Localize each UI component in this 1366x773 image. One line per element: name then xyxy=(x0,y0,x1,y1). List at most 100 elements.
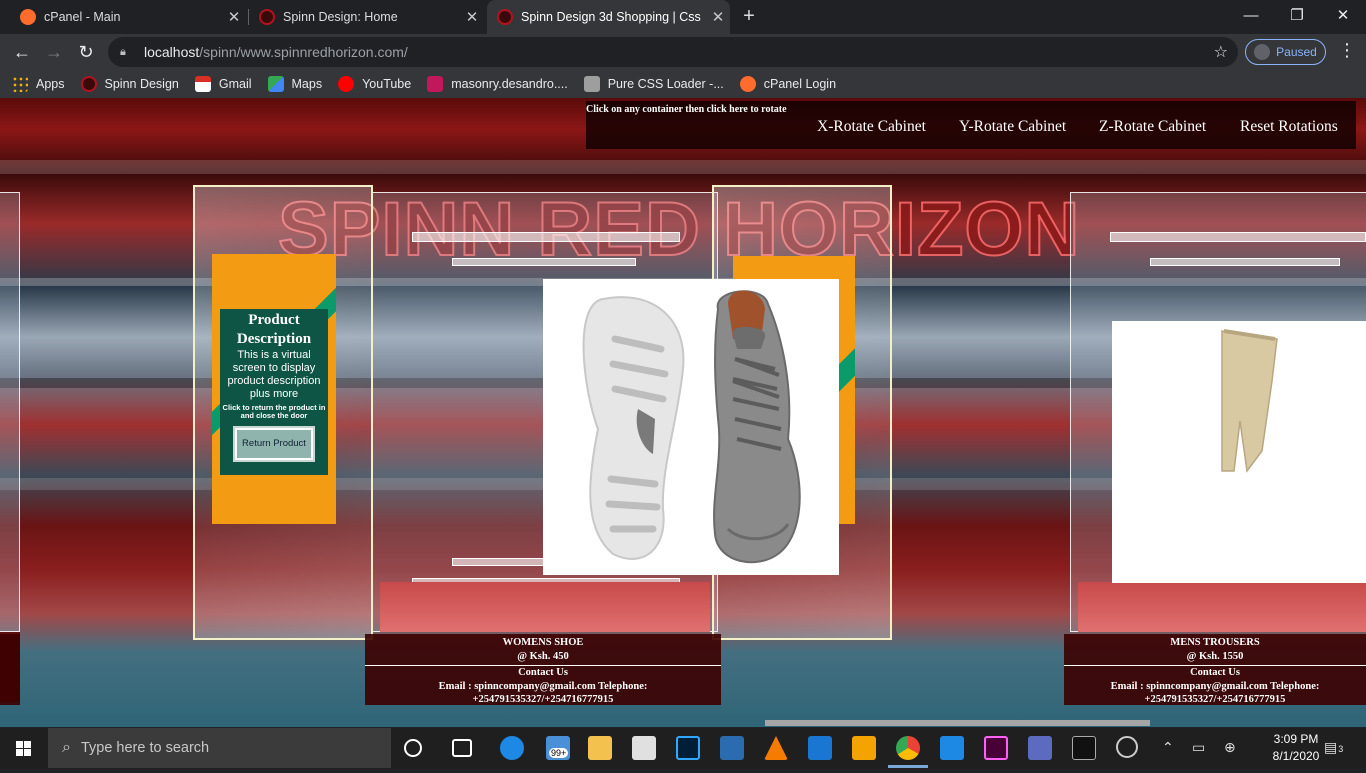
browser-toolbar: ← → ↻ 🔒︎ localhost/spinn/www.spinnredhor… xyxy=(0,34,1366,70)
maximize-icon[interactable]: ❐ xyxy=(1274,3,1320,29)
bookmark-pure-css-loader[interactable]: Pure CSS Loader -... xyxy=(583,76,724,92)
trousers-illustration xyxy=(1221,329,1278,473)
mail-icon[interactable]: 99+ xyxy=(546,736,570,760)
adobe-xd-icon[interactable] xyxy=(984,736,1008,760)
bookmark-maps[interactable]: Maps xyxy=(267,76,323,92)
y-rotate-button[interactable]: Y-Rotate Cabinet xyxy=(959,118,1066,136)
cabinet-left-edge[interactable] xyxy=(0,192,20,632)
cabinet-shelf xyxy=(1110,232,1366,242)
masonry-icon xyxy=(427,76,444,92)
spinn-favicon-icon xyxy=(259,9,275,25)
product-info-left-edge xyxy=(0,634,20,705)
windows-logo-icon xyxy=(16,741,31,756)
app-icon[interactable] xyxy=(808,736,832,760)
bookmark-label: Gmail xyxy=(218,77,252,91)
cortana-icon[interactable] xyxy=(404,739,422,757)
mens-trousers-image[interactable] xyxy=(1112,321,1366,583)
search-icon: ⌕ xyxy=(62,739,71,756)
network-app-icon[interactable] xyxy=(1028,736,1052,760)
horizontal-scrollbar-thumb[interactable] xyxy=(765,720,1150,726)
mail-badge: 99+ xyxy=(549,748,569,758)
back-arrow-icon[interactable]: ← xyxy=(10,40,34,64)
battery-icon[interactable]: ▭ xyxy=(1192,739,1205,756)
forward-arrow-icon[interactable]: → xyxy=(42,40,66,64)
description-panel: Product Description This is a virtual sc… xyxy=(220,309,328,475)
task-view-icon[interactable] xyxy=(452,739,472,757)
tab-title: cPanel - Main xyxy=(44,10,121,24)
tab-close-icon[interactable]: ✕ xyxy=(464,8,480,26)
taskbar-search-box[interactable]: ⌕ Type here to search xyxy=(48,728,391,768)
notification-icon[interactable]: ▤3 xyxy=(1324,739,1343,756)
tab-cpanel[interactable]: cPanel - Main ✕ xyxy=(10,0,246,34)
maps-icon xyxy=(267,76,284,92)
edge-icon[interactable] xyxy=(500,736,524,760)
reload-icon[interactable]: ↻ xyxy=(74,40,98,64)
file-explorer-icon[interactable] xyxy=(588,736,612,760)
more-options-icon[interactable]: ⋮ xyxy=(1338,40,1356,61)
bookmark-youtube[interactable]: YouTube xyxy=(338,76,411,92)
app-icon[interactable] xyxy=(940,736,964,760)
bookmark-masonry[interactable]: masonry.desandro.... xyxy=(427,76,568,92)
tab-spinn-3d-shopping[interactable]: Spinn Design 3d Shopping | Css ✕ xyxy=(487,0,730,34)
product-price: @ Ksh. 1550 xyxy=(1186,650,1244,662)
vlc-icon[interactable] xyxy=(764,736,788,760)
tab-close-icon[interactable]: ✕ xyxy=(226,8,242,26)
app-icon[interactable] xyxy=(720,736,744,760)
store-icon[interactable] xyxy=(632,736,656,760)
system-clock[interactable]: 3:09 PM 8/1/2020 xyxy=(1268,731,1324,765)
photoshop-icon[interactable] xyxy=(676,736,700,760)
bookmark-apps[interactable]: Apps xyxy=(12,76,65,92)
tab-spinn-home[interactable]: Spinn Design: Home ✕ xyxy=(250,0,484,34)
cabinet-shelf xyxy=(412,232,680,242)
clock-date: 8/1/2020 xyxy=(1272,749,1320,763)
reset-rotations-button[interactable]: Reset Rotations xyxy=(1240,118,1338,136)
product-name: WOMENS SHOE xyxy=(502,637,584,648)
bookmark-star-icon[interactable]: ☆ xyxy=(1214,42,1228,62)
bookmark-cpanel-login[interactable]: cPanel Login xyxy=(739,76,836,92)
start-button[interactable] xyxy=(0,728,48,768)
contact-phone: +254791535327/+254716777915 xyxy=(1144,694,1286,706)
profile-paused-button[interactable]: Paused xyxy=(1245,39,1326,65)
chrome-icon[interactable] xyxy=(896,736,920,760)
bookmark-gmail[interactable]: Gmail xyxy=(194,76,252,92)
url-path: /spinn/www.spinnredhorizon.com/ xyxy=(199,44,408,60)
browser-tab-strip: cPanel - Main ✕ Spinn Design: Home ✕ Spi… xyxy=(0,0,1366,34)
tab-close-icon[interactable]: ✕ xyxy=(710,8,726,26)
product-info-womens-shoe: WOMENS SHOE @ Ksh. 450 Contact Us Email … xyxy=(365,634,721,705)
profile-avatar-icon xyxy=(1254,44,1271,60)
description-note: Click to return the product in and close… xyxy=(222,403,326,420)
bookmark-label: Maps xyxy=(291,77,323,91)
product-info-mens-trousers: MENS TROUSERS @ Ksh. 1550 Contact Us Ema… xyxy=(1064,634,1366,705)
terminal-icon[interactable] xyxy=(1072,736,1096,760)
contact-heading: Contact Us xyxy=(518,667,568,679)
windows-taskbar: ⌕ Type here to search 99+ ⌃ ▭ ⊕ 3:09 PM … xyxy=(0,728,1366,768)
return-product-button[interactable]: Return Product xyxy=(233,426,315,462)
product-price: @ Ksh. 450 xyxy=(517,650,569,662)
description-title: Product Description xyxy=(236,312,312,347)
app-icon[interactable] xyxy=(1116,736,1138,758)
tab-title: Spinn Design 3d Shopping | Css xyxy=(521,10,701,24)
show-hidden-icons-icon[interactable]: ⌃ xyxy=(1162,739,1174,756)
x-rotate-button[interactable]: X-Rotate Cabinet xyxy=(817,118,926,136)
network-globe-icon[interactable]: ⊕ xyxy=(1224,739,1236,756)
minimize-icon[interactable]: — xyxy=(1228,3,1274,29)
bookmark-label: Pure CSS Loader -... xyxy=(607,77,724,91)
contact-phone: +254791535327/+254716777915 xyxy=(472,694,614,706)
return-product-label: Return Product xyxy=(237,430,311,458)
cabinet-floor xyxy=(1078,582,1366,632)
womens-shoe-image[interactable] xyxy=(543,279,839,575)
profile-status-label: Paused xyxy=(1276,45,1317,59)
window-close-icon[interactable]: ✕ xyxy=(1320,3,1366,29)
youtube-icon xyxy=(338,76,355,92)
codepen-icon xyxy=(583,76,600,92)
new-tab-plus-icon[interactable]: + xyxy=(738,5,760,27)
bookmark-label: masonry.desandro.... xyxy=(451,77,568,91)
url-host: localhost xyxy=(144,44,200,60)
sublime-text-icon[interactable] xyxy=(852,736,876,760)
z-rotate-button[interactable]: Z-Rotate Cabinet xyxy=(1099,118,1206,136)
contact-email: Email : spinncompany@gmail.com Telephone… xyxy=(1110,680,1320,692)
address-bar[interactable]: 🔒︎ localhost/spinn/www.spinnredhorizon.c… xyxy=(108,37,1238,67)
bookmark-label: Apps xyxy=(36,77,65,91)
bookmark-spinn-design[interactable]: Spinn Design xyxy=(80,76,179,92)
info-lock-icon[interactable]: 🔒︎ xyxy=(120,46,134,59)
